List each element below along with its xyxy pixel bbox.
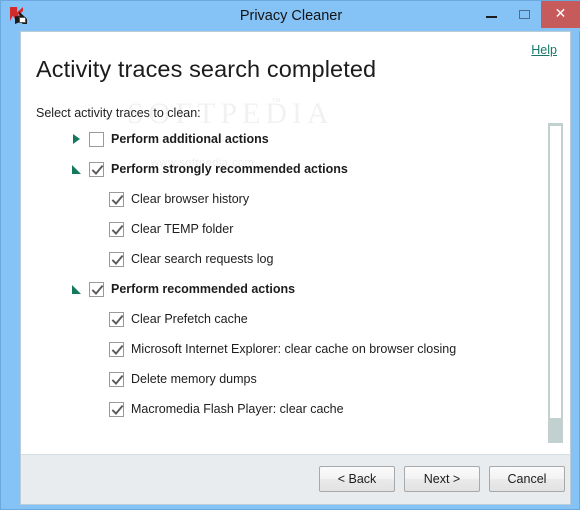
- activity-traces-tree[interactable]: Perform additional actions Perform strong…: [36, 128, 541, 440]
- title-bar: Privacy Cleaner ✕: [1, 1, 580, 31]
- tree-item-checkbox[interactable]: [89, 281, 104, 297]
- tree-item-label: Perform strongly recommended actions: [111, 162, 348, 176]
- help-link[interactable]: Help: [531, 43, 557, 57]
- tree-item-label: Microsoft Internet Explorer: clear cache…: [131, 342, 457, 356]
- instruction-label: Select activity traces to clean:: [36, 106, 201, 120]
- tree-item-label: Perform additional actions: [111, 132, 269, 146]
- maximize-icon: [519, 10, 530, 19]
- expand-triangle-icon[interactable]: [72, 133, 84, 145]
- collapse-triangle-icon[interactable]: [72, 283, 84, 295]
- back-button[interactable]: < Back: [319, 466, 395, 492]
- tree-item-checkbox[interactable]: [109, 191, 124, 207]
- minimize-icon: [486, 16, 497, 18]
- tree-item[interactable]: Delete memory dumps: [109, 368, 257, 390]
- tree-item-label: Clear browser history: [131, 192, 250, 206]
- tree-item[interactable]: Clear TEMP folder: [109, 218, 233, 240]
- tree-item[interactable]: Perform additional actions: [73, 128, 269, 150]
- content-panel: SOFTPEDIA ™ www.softpedia.com Help Activ…: [20, 31, 571, 454]
- tree-item-checkbox[interactable]: [109, 401, 124, 417]
- application-window: Privacy Cleaner ✕ SOFTPEDIA ™ www.softpe…: [0, 0, 580, 510]
- tree-item-checkbox[interactable]: [109, 341, 124, 357]
- page-title: Activity traces search completed: [36, 56, 377, 82]
- tree-item[interactable]: Macromedia Flash Player: clear cache: [109, 398, 344, 420]
- tree-item-label: Clear search requests log: [131, 252, 274, 266]
- tree-item[interactable]: Clear search requests log: [109, 248, 273, 270]
- tree-scrollbar[interactable]: [548, 123, 563, 443]
- minimize-button[interactable]: [477, 1, 506, 28]
- tree-item[interactable]: Perform strongly recommended actions: [72, 158, 348, 180]
- close-icon: ✕: [554, 6, 567, 22]
- next-button[interactable]: Next >: [404, 466, 480, 492]
- tree-item-label: Clear TEMP folder: [131, 222, 234, 236]
- tree-item-label: Perform recommended actions: [111, 282, 296, 296]
- tree-item[interactable]: Microsoft Internet Explorer: clear cache…: [109, 338, 456, 360]
- tree-scrollbar-thumb[interactable]: [550, 126, 561, 418]
- tree-item[interactable]: Perform recommended actions: [72, 278, 296, 300]
- watermark-trademark: ™: [271, 97, 281, 108]
- tree-item-checkbox[interactable]: [89, 161, 104, 177]
- maximize-button[interactable]: [510, 1, 539, 28]
- tree-item-checkbox[interactable]: [89, 131, 104, 147]
- tree-item-checkbox[interactable]: [109, 221, 124, 237]
- tree-item-checkbox[interactable]: [109, 371, 124, 387]
- tree-item-label: Macromedia Flash Player: clear cache: [131, 402, 344, 416]
- close-button[interactable]: ✕: [541, 1, 580, 28]
- tree-item-checkbox[interactable]: [109, 311, 124, 327]
- tree-item-label: Clear Prefetch cache: [131, 312, 248, 326]
- collapse-triangle-icon[interactable]: [72, 163, 84, 175]
- dialog-footer: < Back Next > Cancel: [20, 454, 571, 505]
- tree-item-label: Delete memory dumps: [131, 372, 257, 386]
- tree-item-checkbox[interactable]: [109, 251, 124, 267]
- tree-item[interactable]: Clear Prefetch cache: [109, 308, 248, 330]
- tree-item[interactable]: Clear browser history: [109, 188, 249, 210]
- cancel-button[interactable]: Cancel: [489, 466, 565, 492]
